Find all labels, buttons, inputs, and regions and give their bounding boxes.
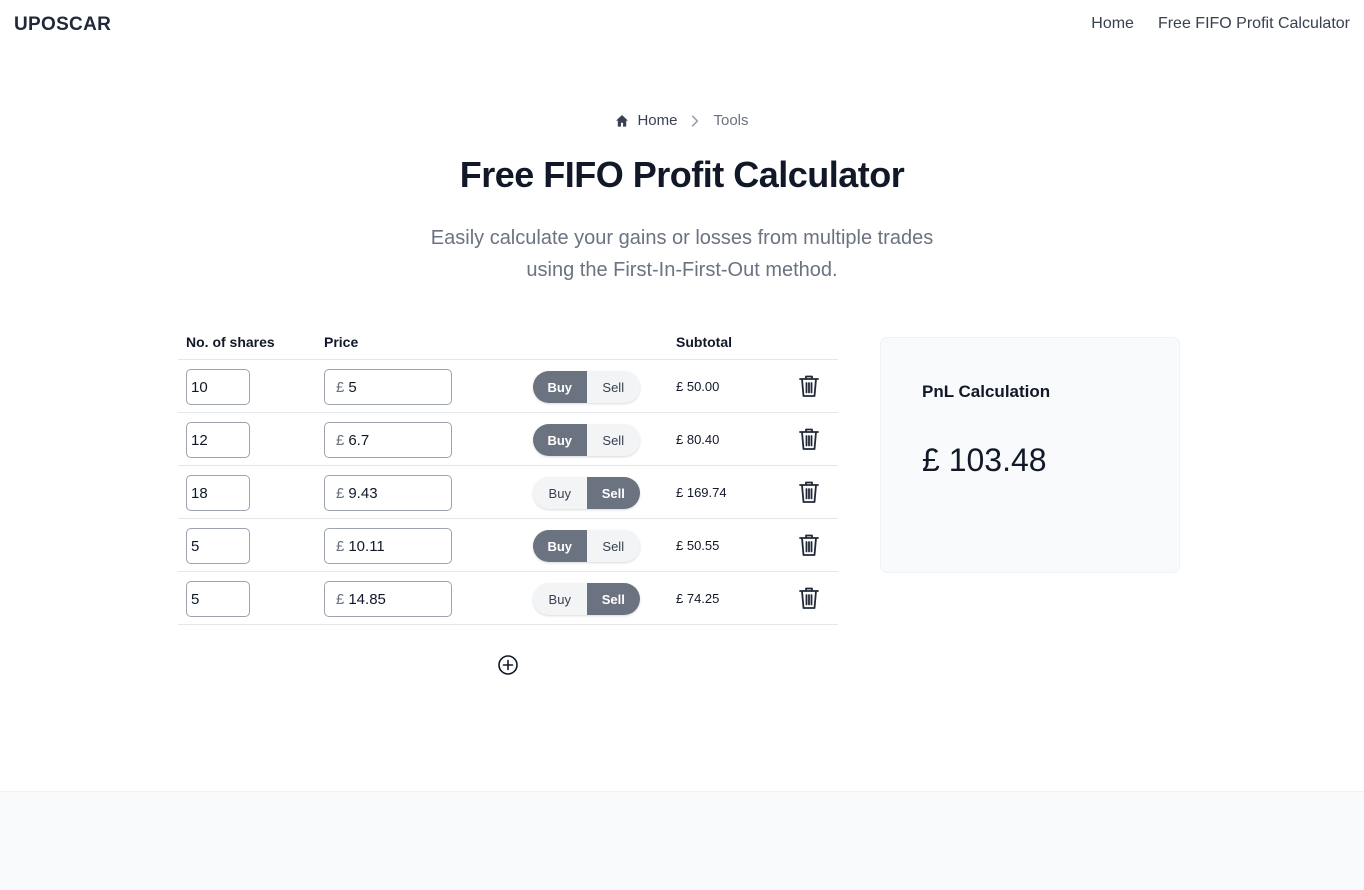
top-navbar: UPOSCAR Home Free FIFO Profit Calculator (0, 0, 1364, 52)
subtitle-line-1: Easily calculate your gains or losses fr… (430, 227, 934, 249)
table-row: £ Buy Sell £ 50.55 (178, 519, 838, 572)
trash-icon[interactable] (798, 427, 820, 456)
plus-circle-icon[interactable] (497, 654, 519, 681)
currency-symbol: £ (336, 590, 345, 608)
home-icon (616, 114, 629, 127)
price-field[interactable]: £ (324, 475, 452, 511)
sell-button[interactable]: Sell (587, 424, 641, 456)
buy-sell-toggle[interactable]: Buy Sell (533, 530, 640, 562)
trash-icon[interactable] (798, 533, 820, 562)
page-subtitle: Easily calculate your gains or losses fr… (0, 222, 1364, 286)
nav-home-link[interactable]: Home (1091, 15, 1134, 33)
shares-input[interactable] (186, 369, 250, 405)
buy-sell-toggle[interactable]: Buy Sell (533, 424, 640, 456)
price-field[interactable]: £ (324, 581, 452, 617)
price-input[interactable] (348, 431, 439, 449)
buy-button[interactable]: Buy (533, 530, 587, 562)
buy-sell-toggle[interactable]: Buy Sell (533, 477, 640, 509)
table-header: No. of shares Price Subtotal (178, 326, 838, 360)
row-subtotal: £ 74.25 (676, 591, 720, 606)
header-price: Price (324, 334, 359, 350)
sell-button[interactable]: Sell (586, 477, 640, 509)
main-nav: Home Free FIFO Profit Calculator (1091, 15, 1350, 33)
price-field[interactable]: £ (324, 369, 452, 405)
breadcrumb-current[interactable]: Tools (713, 112, 748, 129)
breadcrumb-home-label: Home (637, 112, 678, 129)
sell-button[interactable]: Sell (587, 530, 641, 562)
currency-symbol: £ (336, 431, 345, 449)
shares-input[interactable] (186, 581, 250, 617)
shares-input[interactable] (186, 528, 250, 564)
price-input[interactable] (348, 537, 439, 555)
header-shares: No. of shares (186, 334, 275, 350)
table-row: £ Buy Sell £ 50.00 (178, 360, 838, 413)
currency-symbol: £ (336, 378, 345, 396)
row-subtotal: £ 50.55 (676, 538, 720, 553)
page-title: Free FIFO Profit Calculator (459, 154, 905, 195)
currency-symbol: £ (336, 537, 345, 555)
breadcrumb-home[interactable]: Home (615, 112, 677, 129)
footer (0, 791, 1364, 890)
price-input[interactable] (348, 378, 439, 396)
pnl-value: £ 103.48 (922, 442, 1047, 478)
table-row: £ Buy Sell £ 169.74 (178, 466, 838, 519)
shares-input[interactable] (186, 475, 250, 511)
pnl-label: PnL Calculation (922, 382, 1051, 401)
buy-button[interactable]: Buy (533, 583, 587, 615)
buy-sell-toggle[interactable]: Buy Sell (533, 583, 640, 615)
brand-logo[interactable]: UPOSCAR (14, 14, 111, 36)
buy-button[interactable]: Buy (533, 477, 587, 509)
header-subtotal: Subtotal (676, 334, 732, 350)
trades-table: No. of shares Price Subtotal £ Buy Sell … (178, 326, 838, 625)
price-field[interactable]: £ (324, 528, 452, 564)
table-row: £ Buy Sell £ 80.40 (178, 413, 838, 466)
buy-button[interactable]: Buy (533, 371, 587, 403)
currency-symbol: £ (336, 484, 345, 502)
price-field[interactable]: £ (324, 422, 452, 458)
price-input[interactable] (348, 590, 439, 608)
buy-button[interactable]: Buy (533, 424, 587, 456)
breadcrumb: Home Tools (0, 112, 1364, 129)
sell-button[interactable]: Sell (586, 583, 640, 615)
trash-icon[interactable] (798, 586, 820, 615)
sell-button[interactable]: Sell (587, 371, 641, 403)
row-subtotal: £ 80.40 (676, 432, 720, 447)
buy-sell-toggle[interactable]: Buy Sell (533, 371, 640, 403)
shares-input[interactable] (186, 422, 250, 458)
chevron-right-icon (687, 113, 703, 129)
pnl-card: PnL Calculation £ 103.48 (881, 338, 1179, 572)
row-subtotal: £ 169.74 (676, 485, 727, 500)
price-input[interactable] (348, 484, 439, 502)
trash-icon[interactable] (798, 374, 820, 403)
trash-icon[interactable] (798, 480, 820, 509)
nav-fifo-calculator-link[interactable]: Free FIFO Profit Calculator (1158, 15, 1350, 33)
row-subtotal: £ 50.00 (676, 379, 720, 394)
table-row: £ Buy Sell £ 74.25 (178, 572, 838, 625)
subtitle-line-2: using the First-In-First-Out method. (526, 259, 838, 281)
